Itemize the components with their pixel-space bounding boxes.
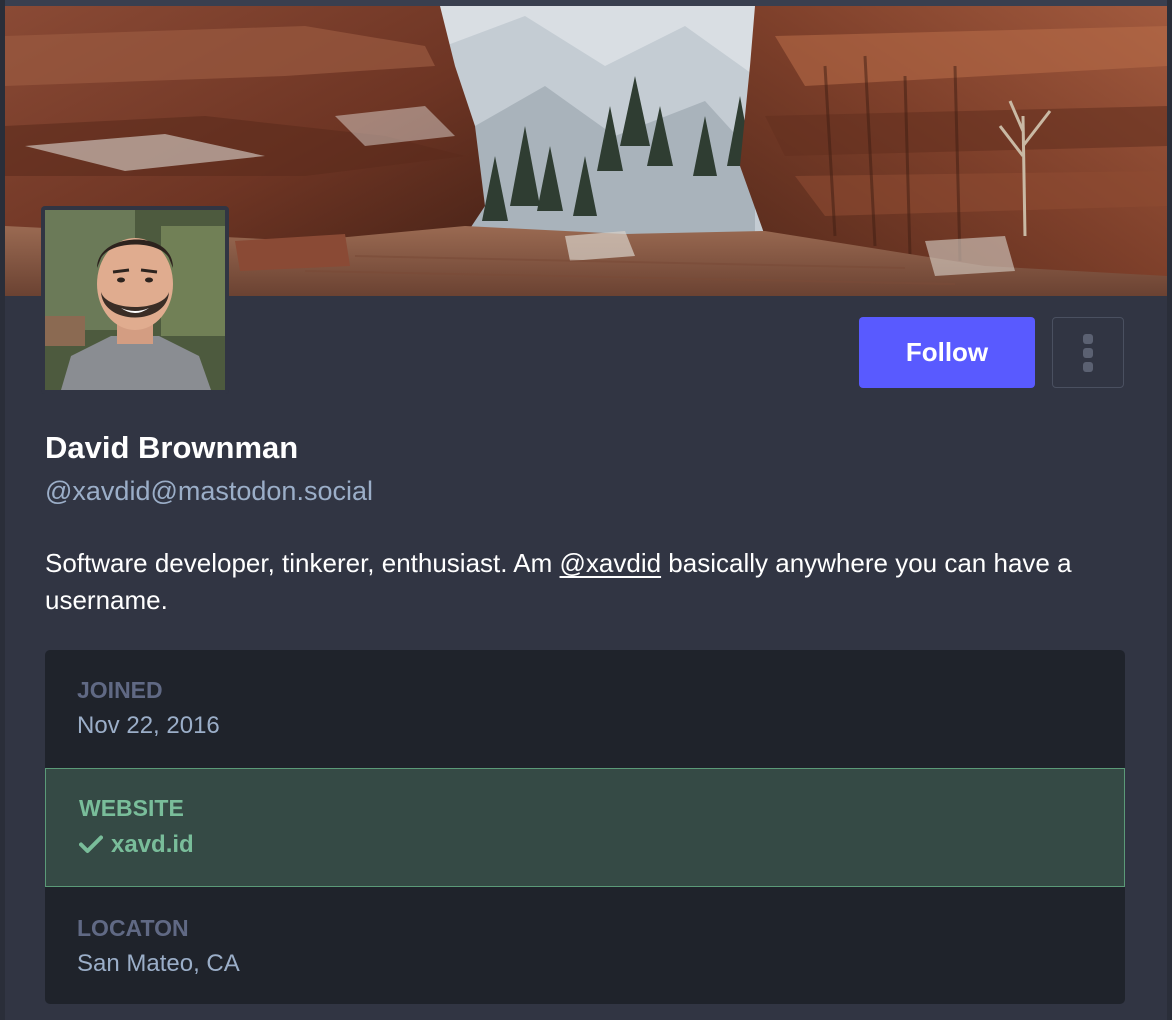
field-location: LOCATON San Mateo, CA [45,887,1125,1004]
menu-dot [1083,362,1093,372]
top-border [0,0,1172,6]
right-border [1167,0,1172,1020]
account-bio: Software developer, tinkerer, enthusiast… [45,545,1135,619]
account-handle: @xavdid@mastodon.social [45,476,373,506]
bio-text: Software developer, tinkerer, enthusiast… [45,548,560,578]
profile-fields: JOINED Nov 22, 2016 WEBSITE xavd.id LOCA… [45,650,1125,1004]
field-label: JOINED [77,677,163,703]
menu-dot [1083,334,1093,344]
website-link[interactable]: xavd.id [111,831,194,858]
check-icon [79,835,103,853]
menu-dot [1083,348,1093,358]
field-value: Nov 22, 2016 [77,712,220,739]
profile-card: Follow David Brownman @xavdid@mastodon.s… [0,0,1172,1020]
avatar[interactable] [41,206,229,394]
account-menu-button[interactable] [1052,317,1124,388]
field-label: LOCATON [77,915,189,941]
field-value: xavd.id [79,829,194,861]
field-website: WEBSITE xavd.id [45,768,1125,887]
field-value: San Mateo, CA [77,950,240,977]
left-border [0,0,5,1020]
follow-button[interactable]: Follow [859,317,1035,388]
bio-mention-link[interactable]: @xavdid [560,548,662,578]
display-name: David Brownman [45,430,299,465]
field-joined: JOINED Nov 22, 2016 [45,650,1125,768]
field-label: WEBSITE [79,795,184,821]
